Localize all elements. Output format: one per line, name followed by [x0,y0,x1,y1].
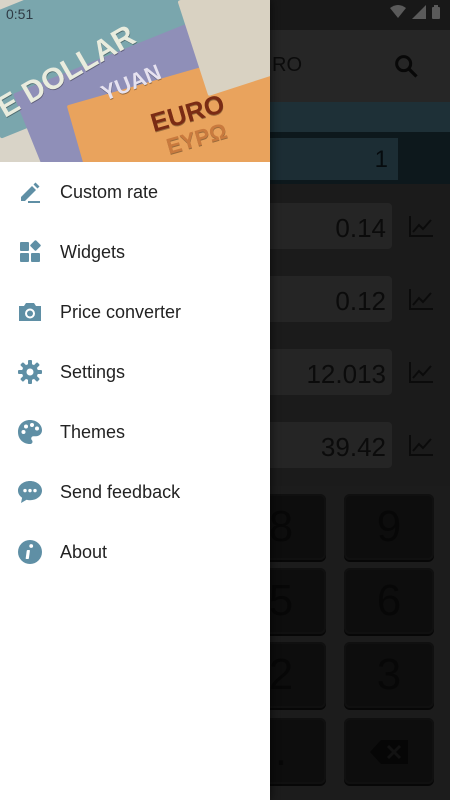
drawer-menu: Custom rate Widgets Price converter Sett… [0,162,270,582]
menu-label: Widgets [60,241,126,262]
navigation-drawer: E DOLLAR YUAN EURO EYPΩ 0:51 Custom rate… [0,0,270,800]
menu-item-themes[interactable]: Themes [0,402,270,462]
info-icon [17,539,43,565]
menu-label: Price converter [60,301,182,322]
menu-item-custom-rate[interactable]: Custom rate [0,162,270,222]
menu-item-about[interactable]: About [0,522,270,582]
drawer-header-image: E DOLLAR YUAN EURO EYPΩ 0:51 [0,0,270,162]
status-time: 0:51 [6,6,34,22]
palette-icon [17,419,43,445]
pencil-icon [17,179,43,205]
menu-item-send-feedback[interactable]: Send feedback [0,462,270,522]
menu-label: Send feedback [60,481,181,502]
menu-label: Settings [60,361,126,382]
camera-icon [17,299,43,325]
widgets-icon [17,239,43,265]
menu-label: Themes [60,421,126,442]
feedback-icon [17,479,43,505]
menu-label: Custom rate [60,181,159,202]
menu-label: About [60,541,108,562]
menu-item-settings[interactable]: Settings [0,342,270,402]
gear-icon [17,359,43,385]
menu-item-price-converter[interactable]: Price converter [0,282,270,342]
menu-item-widgets[interactable]: Widgets [0,222,270,282]
